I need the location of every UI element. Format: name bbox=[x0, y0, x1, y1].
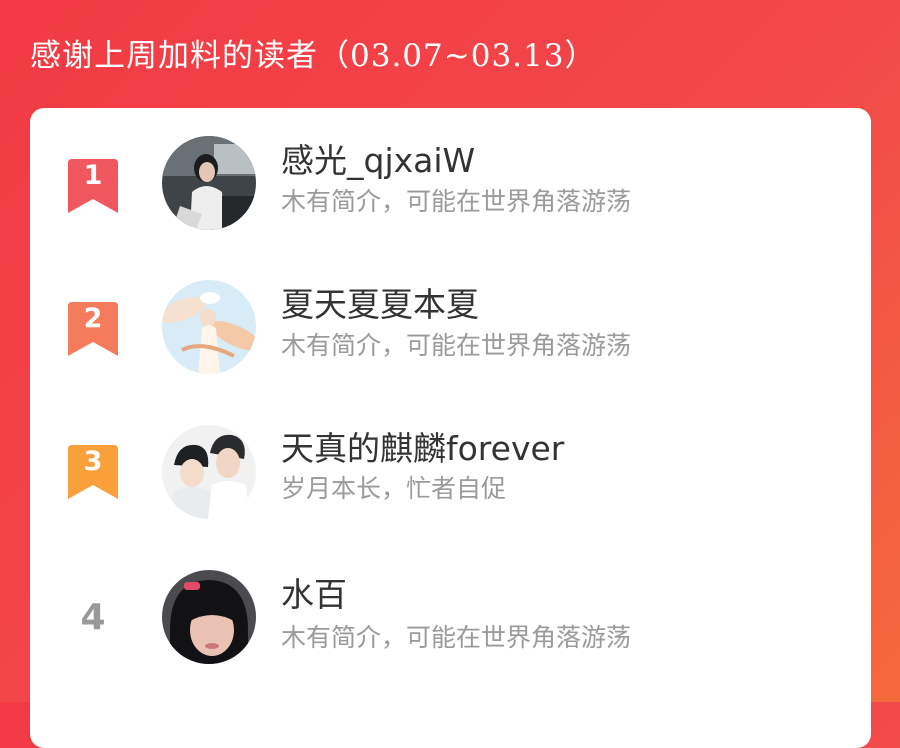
rank-number: 4 bbox=[80, 597, 106, 638]
rank-number: 3 bbox=[83, 446, 103, 477]
rank-badge-2: 2 bbox=[68, 302, 118, 356]
avatar-illustration-icon bbox=[162, 425, 256, 519]
reader-bio: 木有简介，可能在世界角落游荡 bbox=[281, 187, 632, 216]
reader-row-3[interactable]: 3 天真的麒麟forever 岁月本长，忙者自促 bbox=[30, 425, 871, 545]
avatar-illustration-icon bbox=[162, 280, 256, 374]
reader-name: 水百 bbox=[281, 575, 347, 614]
reader-name: 感光_qjxaiW bbox=[281, 141, 476, 180]
avatar[interactable] bbox=[162, 280, 256, 374]
rank-badge-3: 3 bbox=[68, 445, 118, 499]
reader-bio: 岁月本长，忙者自促 bbox=[281, 474, 507, 503]
reader-name: 夏天夏夏本夏 bbox=[281, 285, 479, 324]
avatar[interactable] bbox=[162, 136, 256, 230]
reader-row-1[interactable]: 1 感光_qjxaiW 木有简介，可能在世界角落游荡 bbox=[30, 136, 871, 256]
reader-list-card: 1 感光_qjxaiW 木有简介，可能在世界角落游荡 2 夏天夏夏本夏 木有简介… bbox=[30, 108, 871, 748]
page-title: 感谢上周加料的读者（03.07~03.13） bbox=[30, 38, 597, 74]
reader-bio: 木有简介，可能在世界角落游荡 bbox=[281, 623, 632, 652]
avatar[interactable] bbox=[162, 425, 256, 519]
reader-name: 天真的麒麟forever bbox=[281, 429, 565, 468]
avatar-photo-icon bbox=[162, 136, 256, 230]
rank-badge-1: 1 bbox=[68, 159, 118, 213]
reader-row-4[interactable]: 4 水百 木有简介，可能在世界角落游荡 bbox=[30, 570, 871, 690]
rank-number: 1 bbox=[83, 160, 103, 191]
rank-number: 2 bbox=[83, 303, 103, 334]
reader-row-2[interactable]: 2 夏天夏夏本夏 木有简介，可能在世界角落游荡 bbox=[30, 280, 871, 400]
avatar[interactable] bbox=[162, 570, 256, 664]
avatar-photo-icon bbox=[162, 570, 256, 664]
reader-bio: 木有简介，可能在世界角落游荡 bbox=[281, 331, 632, 360]
